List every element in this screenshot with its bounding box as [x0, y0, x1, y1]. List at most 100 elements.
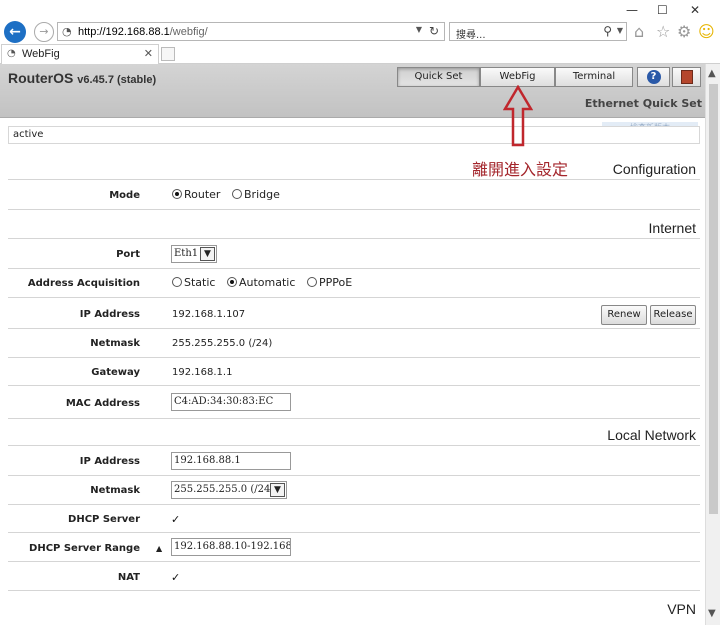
divider: [8, 179, 700, 180]
local-netmask-label: Netmask: [90, 485, 140, 496]
mikrotik-favicon-icon: ◔: [62, 25, 72, 38]
favorites-star-icon[interactable]: ☆: [656, 22, 670, 41]
nat-checkbox[interactable]: ✓: [171, 572, 182, 583]
dhcp-range-input[interactable]: 192.168.88.10-192.168.88.254: [171, 538, 291, 556]
dhcp-server-checkbox[interactable]: ✓: [171, 514, 182, 525]
section-vpn-title: VPN: [667, 601, 696, 617]
close-window-button[interactable]: ✕: [690, 3, 700, 17]
divider: [8, 418, 700, 419]
section-internet-title: Internet: [648, 220, 696, 236]
divider: [8, 475, 700, 476]
maximize-button[interactable]: ☐: [657, 3, 668, 17]
help-icon: ?: [646, 70, 661, 84]
settings-gear-icon[interactable]: ⚙: [677, 22, 691, 41]
search-icon[interactable]: ⚲: [603, 24, 612, 38]
mode-label: Mode: [109, 190, 140, 201]
local-netmask-select[interactable]: 255.255.255.0 (/24) ▼: [171, 481, 287, 499]
mac-address-input[interactable]: C4:AD:34:30:83:EC: [171, 393, 291, 411]
logout-button[interactable]: [672, 67, 701, 87]
new-tab-button[interactable]: [161, 47, 175, 61]
url-text: http://192.168.88.1/webfig/: [78, 26, 208, 38]
address-acquisition-label: Address Acquisition: [27, 278, 140, 289]
page-title: Ethernet Quick Set: [584, 97, 702, 110]
browser-window: — ☐ ✕ ← → ◔ http://192.168.88.1/webfig/ …: [0, 0, 720, 625]
internet-ip-value: 192.168.1.107: [172, 309, 246, 320]
mikrotik-favicon-icon: ◔: [7, 48, 16, 59]
nat-label: NAT: [117, 572, 140, 583]
status-field: active: [8, 126, 700, 144]
chevron-down-icon: ▼: [200, 247, 215, 261]
acq-automatic-radio[interactable]: Automatic: [227, 276, 295, 289]
close-tab-icon[interactable]: ✕: [144, 47, 153, 60]
divider: [8, 209, 700, 210]
home-icon[interactable]: ⌂: [634, 22, 644, 41]
quick-set-button[interactable]: Quick Set: [397, 67, 480, 87]
section-local-network-title: Local Network: [607, 427, 696, 443]
divider: [8, 297, 700, 298]
mode-bridge-radio[interactable]: Bridge: [232, 188, 280, 201]
mode-router-radio[interactable]: Router: [172, 188, 220, 201]
section-configuration-title: Configuration: [612, 161, 696, 177]
radio-selected-icon: [227, 277, 237, 287]
door-exit-icon: [680, 70, 693, 84]
vertical-scrollbar[interactable]: ▲ ▼: [705, 64, 720, 625]
scroll-down-icon[interactable]: ▼: [708, 608, 716, 619]
browser-toolbar: — ☐ ✕ ← → ◔ http://192.168.88.1/webfig/ …: [0, 0, 720, 44]
arrow-right-icon: →: [39, 25, 49, 38]
webfig-button[interactable]: WebFig: [480, 67, 555, 87]
check-icon: ✓: [171, 513, 181, 526]
divider: [8, 357, 700, 358]
mac-address-label: MAC Address: [65, 398, 140, 409]
chevron-down-icon: ▼: [270, 483, 285, 497]
check-icon: ✓: [171, 571, 181, 584]
scroll-thumb[interactable]: [709, 84, 718, 514]
local-ip-input[interactable]: 192.168.88.1: [171, 452, 291, 470]
back-button[interactable]: ←: [4, 21, 26, 43]
radio-selected-icon: [172, 189, 182, 199]
gateway-value: 192.168.1.1: [172, 367, 233, 378]
radio-empty-icon: [172, 277, 182, 287]
tab-webfig[interactable]: ◔ WebFig ✕: [1, 44, 159, 64]
brand: RouterOS v6.45.7 (stable): [8, 70, 157, 86]
address-dropdown-icon[interactable]: ▼: [416, 25, 422, 34]
tab-label: WebFig: [22, 48, 60, 60]
search-dropdown-icon[interactable]: ▼: [617, 26, 623, 35]
refresh-icon[interactable]: ↻: [429, 24, 439, 38]
divider: [8, 445, 700, 446]
scroll-up-icon[interactable]: ▲: [708, 68, 716, 79]
divider: [8, 238, 700, 239]
tab-bar: ◔ WebFig ✕: [0, 44, 720, 64]
acq-pppoe-radio[interactable]: PPPoE: [307, 276, 352, 289]
minimize-button[interactable]: —: [626, 3, 638, 17]
dhcp-range-label: DHCP Server Range: [29, 543, 140, 554]
address-bar[interactable]: ◔ http://192.168.88.1/webfig/ ▼ ↻: [57, 22, 445, 41]
webfig-page: RouterOS v6.45.7 (stable) Quick Set WebF…: [0, 64, 705, 625]
divider: [8, 561, 700, 562]
smiley-feedback-icon[interactable]: ☺: [698, 22, 715, 41]
search-placeholder: 搜尋...: [456, 30, 486, 41]
gateway-label: Gateway: [91, 367, 140, 378]
divider: [8, 504, 700, 505]
port-select[interactable]: Eth1 ▼: [171, 245, 217, 263]
acq-static-radio[interactable]: Static: [172, 276, 215, 289]
annotation-up-arrow: [503, 85, 533, 147]
search-box[interactable]: 搜尋... ⚲ ▼: [449, 22, 627, 41]
forward-button[interactable]: →: [34, 22, 54, 42]
port-label: Port: [116, 249, 140, 260]
collapse-triangle-icon[interactable]: ▲: [156, 544, 162, 553]
internet-netmask-value: 255.255.255.0 (/24): [172, 338, 273, 349]
divider: [8, 385, 700, 386]
terminal-button[interactable]: Terminal: [555, 67, 633, 87]
divider: [8, 590, 700, 591]
release-button[interactable]: Release: [650, 305, 696, 325]
radio-empty-icon: [307, 277, 317, 287]
routeros-header: RouterOS v6.45.7 (stable) Quick Set WebF…: [0, 64, 705, 118]
annotation-text: 離開進入設定: [472, 160, 569, 179]
dhcp-server-label: DHCP Server: [68, 514, 140, 525]
renew-button[interactable]: Renew: [601, 305, 647, 325]
local-ip-label: IP Address: [79, 456, 140, 467]
arrow-left-icon: ←: [9, 24, 21, 40]
divider: [8, 328, 700, 329]
radio-empty-icon: [232, 189, 242, 199]
help-button[interactable]: ?: [637, 67, 670, 87]
